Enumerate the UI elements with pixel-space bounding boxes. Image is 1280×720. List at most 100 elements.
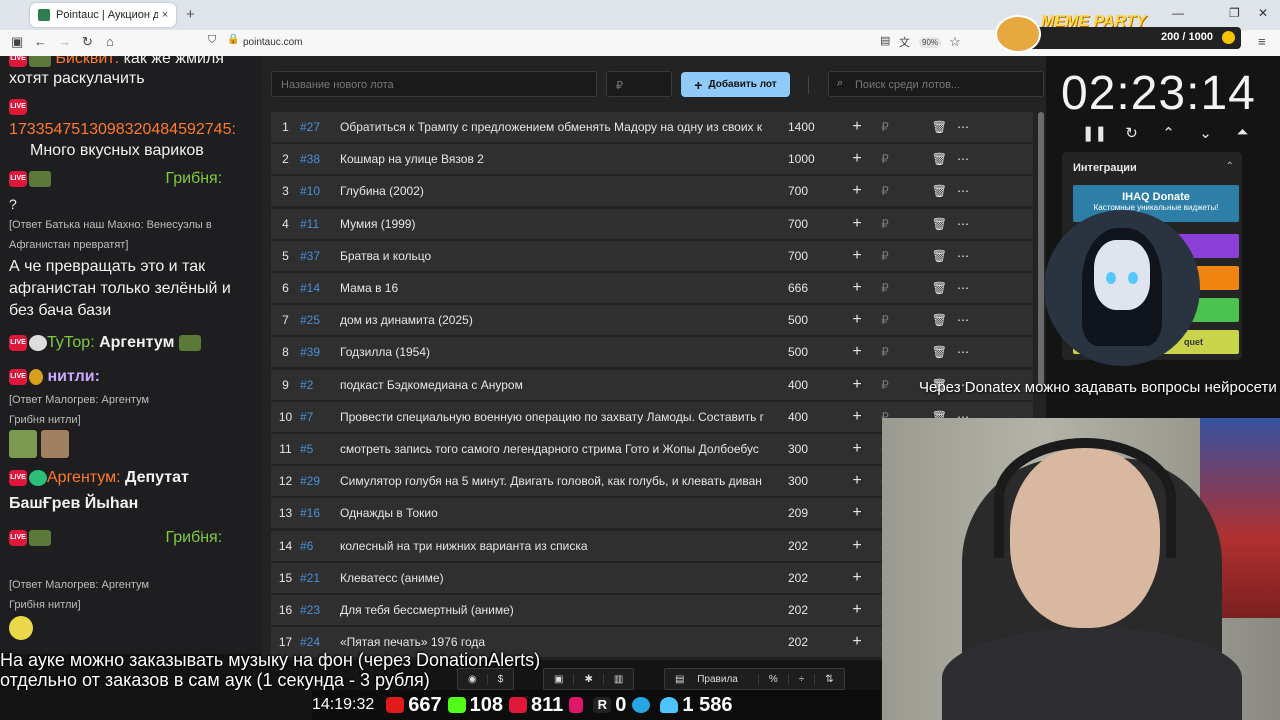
more-icon[interactable]: ⋯ [947,120,979,134]
plus-icon[interactable]: + [843,440,871,458]
more-icon[interactable]: ⋯ [947,313,979,327]
add-lot-button[interactable]: + Добавить лот [681,72,790,97]
lot-title[interactable]: Мумия (1999) [340,217,780,231]
menu-icon[interactable]: ≡ [1258,34,1266,49]
sidebar-icon[interactable]: ▣ [11,34,23,50]
split-icon[interactable]: ÷ [789,673,816,685]
reset-icon[interactable]: ↻ [1113,124,1150,142]
plus-icon[interactable]: + [843,569,871,587]
sort-icon[interactable]: ⇅ [815,674,843,685]
lot-title[interactable]: Обратиться к Трампу с предложением обмен… [340,120,780,134]
lot-title[interactable]: дом из динамита (2025) [340,313,780,327]
lot-title[interactable]: смотреть запись того самого легендарного… [340,442,780,456]
trash-icon[interactable]: 🗑 [899,281,947,295]
close-window-icon[interactable]: ✕ [1258,6,1268,20]
trash-icon[interactable]: 🗑 [899,217,947,231]
plus-icon[interactable]: + [843,150,871,168]
forward-icon[interactable]: → [58,34,71,49]
plus-icon[interactable]: + [843,376,871,394]
plus-icon[interactable]: + [843,633,871,651]
plus-icon[interactable]: + [843,247,871,265]
plus-icon[interactable]: + [843,279,871,297]
plus-icon[interactable]: + [843,118,871,136]
lot-title[interactable]: Глубина (2002) [340,184,780,198]
chevron-up-icon[interactable]: ⌃ [1226,161,1234,172]
trash-icon[interactable]: 🗑 [899,313,947,327]
ruble-icon[interactable]: ₽ [871,313,899,327]
lot-title[interactable]: Кошмар на улице Вязов 2 [340,152,780,166]
ruble-icon[interactable]: ₽ [871,152,899,166]
trash-icon[interactable]: 🗑 [899,345,947,359]
close-tab-icon[interactable]: × [158,9,172,21]
plus-icon[interactable]: + [843,182,871,200]
more-icon[interactable]: ⋯ [947,249,979,263]
dollar-icon[interactable]: $ [488,674,514,685]
trash-icon[interactable]: 🗑 [899,152,947,166]
scrollbar[interactable] [1038,112,1044,386]
lot-title[interactable]: Мама в 16 [340,281,780,295]
youtube-icon [386,697,405,713]
rules-button[interactable]: ▤ Правила [665,673,759,685]
ruble-icon[interactable]: ₽ [871,345,899,359]
bookmark-star-icon[interactable]: ☆ [949,34,961,50]
chevron-down-icon[interactable]: ⌄ [1187,124,1224,142]
ruble-icon[interactable]: ₽ [871,249,899,263]
reader-icon[interactable]: ▤ [880,34,890,47]
ruble-icon[interactable]: ₽ [871,120,899,134]
lot-title[interactable]: Клеватесс (аниме) [340,571,780,585]
more-icon[interactable]: ⋯ [947,281,979,295]
lot-title[interactable]: колесный на три нижних варианта из списк… [340,539,780,553]
ruble-icon[interactable]: ₽ [871,184,899,198]
plus-icon[interactable]: + [843,537,871,555]
lot-search-input[interactable]: ⌕ Поиск среди лотов... [828,71,1044,97]
lot-title[interactable]: Годзилла (1954) [340,345,780,359]
plus-icon[interactable]: + [843,215,871,233]
zoom-level[interactable]: 90% [919,37,942,48]
bug-icon[interactable]: ✱ [574,673,604,685]
chevron-up-icon[interactable]: ⌃ [1150,124,1187,142]
plus-icon[interactable]: + [843,601,871,619]
save-icon[interactable]: ▣ [544,673,575,685]
url-text[interactable]: pointauc.com [243,37,302,48]
lot-title[interactable]: Провести специальную военную операцию по… [340,410,780,424]
new-tab-icon[interactable]: + [186,6,195,23]
more-icon[interactable]: ⋯ [947,217,979,231]
lot-amount-input[interactable]: ₽ [606,71,672,97]
more-icon[interactable]: ⋯ [947,184,979,198]
chat-message: LIVE Гриб̈ня: [9,529,223,546]
trash-list-icon[interactable]: ▥ [604,674,633,685]
lot-title[interactable]: Братва и кольцо [340,249,780,263]
plus-icon[interactable]: + [843,472,871,490]
pause-icon[interactable]: ❚❚ [1076,124,1113,142]
lot-title[interactable]: подкаст Бэдкомедиана с Ануром [340,378,780,392]
reload-icon[interactable]: ↻ [82,34,93,50]
trash-icon[interactable]: 🗑 [899,184,947,198]
lot-amount: 202 [788,538,809,553]
percent-icon[interactable]: % [759,673,789,685]
new-lot-input[interactable]: Название нового лота [271,71,597,97]
back-icon[interactable]: ← [34,34,47,49]
lot-title[interactable]: «Пятая печать» 1976 года [340,635,780,649]
ruble-icon[interactable]: ₽ [871,378,899,392]
github-icon[interactable]: ◉ [458,673,488,685]
more-icon[interactable]: ⋯ [947,345,979,359]
help-icon[interactable]: ? [9,196,17,212]
lot-title[interactable]: Однажды в Токио [340,506,780,520]
ruble-icon[interactable]: ₽ [871,217,899,231]
home-icon[interactable]: ⌂ [106,34,114,49]
plus-icon[interactable]: + [843,408,871,426]
plus-icon[interactable]: + [843,343,871,361]
lot-title[interactable]: Для тебя бессмертный (аниме) [340,603,780,617]
plus-icon[interactable]: + [843,504,871,522]
double-chevron-up-icon[interactable]: ⏶ [1224,124,1261,142]
shield-icon[interactable]: ⛉ [208,34,216,47]
lot-title[interactable]: Симулятор голубя на 5 минут. Двигать гол… [340,474,780,488]
more-icon[interactable]: ⋯ [947,152,979,166]
browser-tab[interactable]: Pointauc | Аукцион для стриме × [30,3,176,27]
trash-icon[interactable]: 🗑 [899,120,947,134]
plus-icon[interactable]: + [843,311,871,329]
ruble-icon[interactable]: ₽ [871,281,899,295]
live-badge-icon: LIVE [9,56,27,67]
translate-icon[interactable]: 文 [899,34,910,50]
trash-icon[interactable]: 🗑 [899,249,947,263]
